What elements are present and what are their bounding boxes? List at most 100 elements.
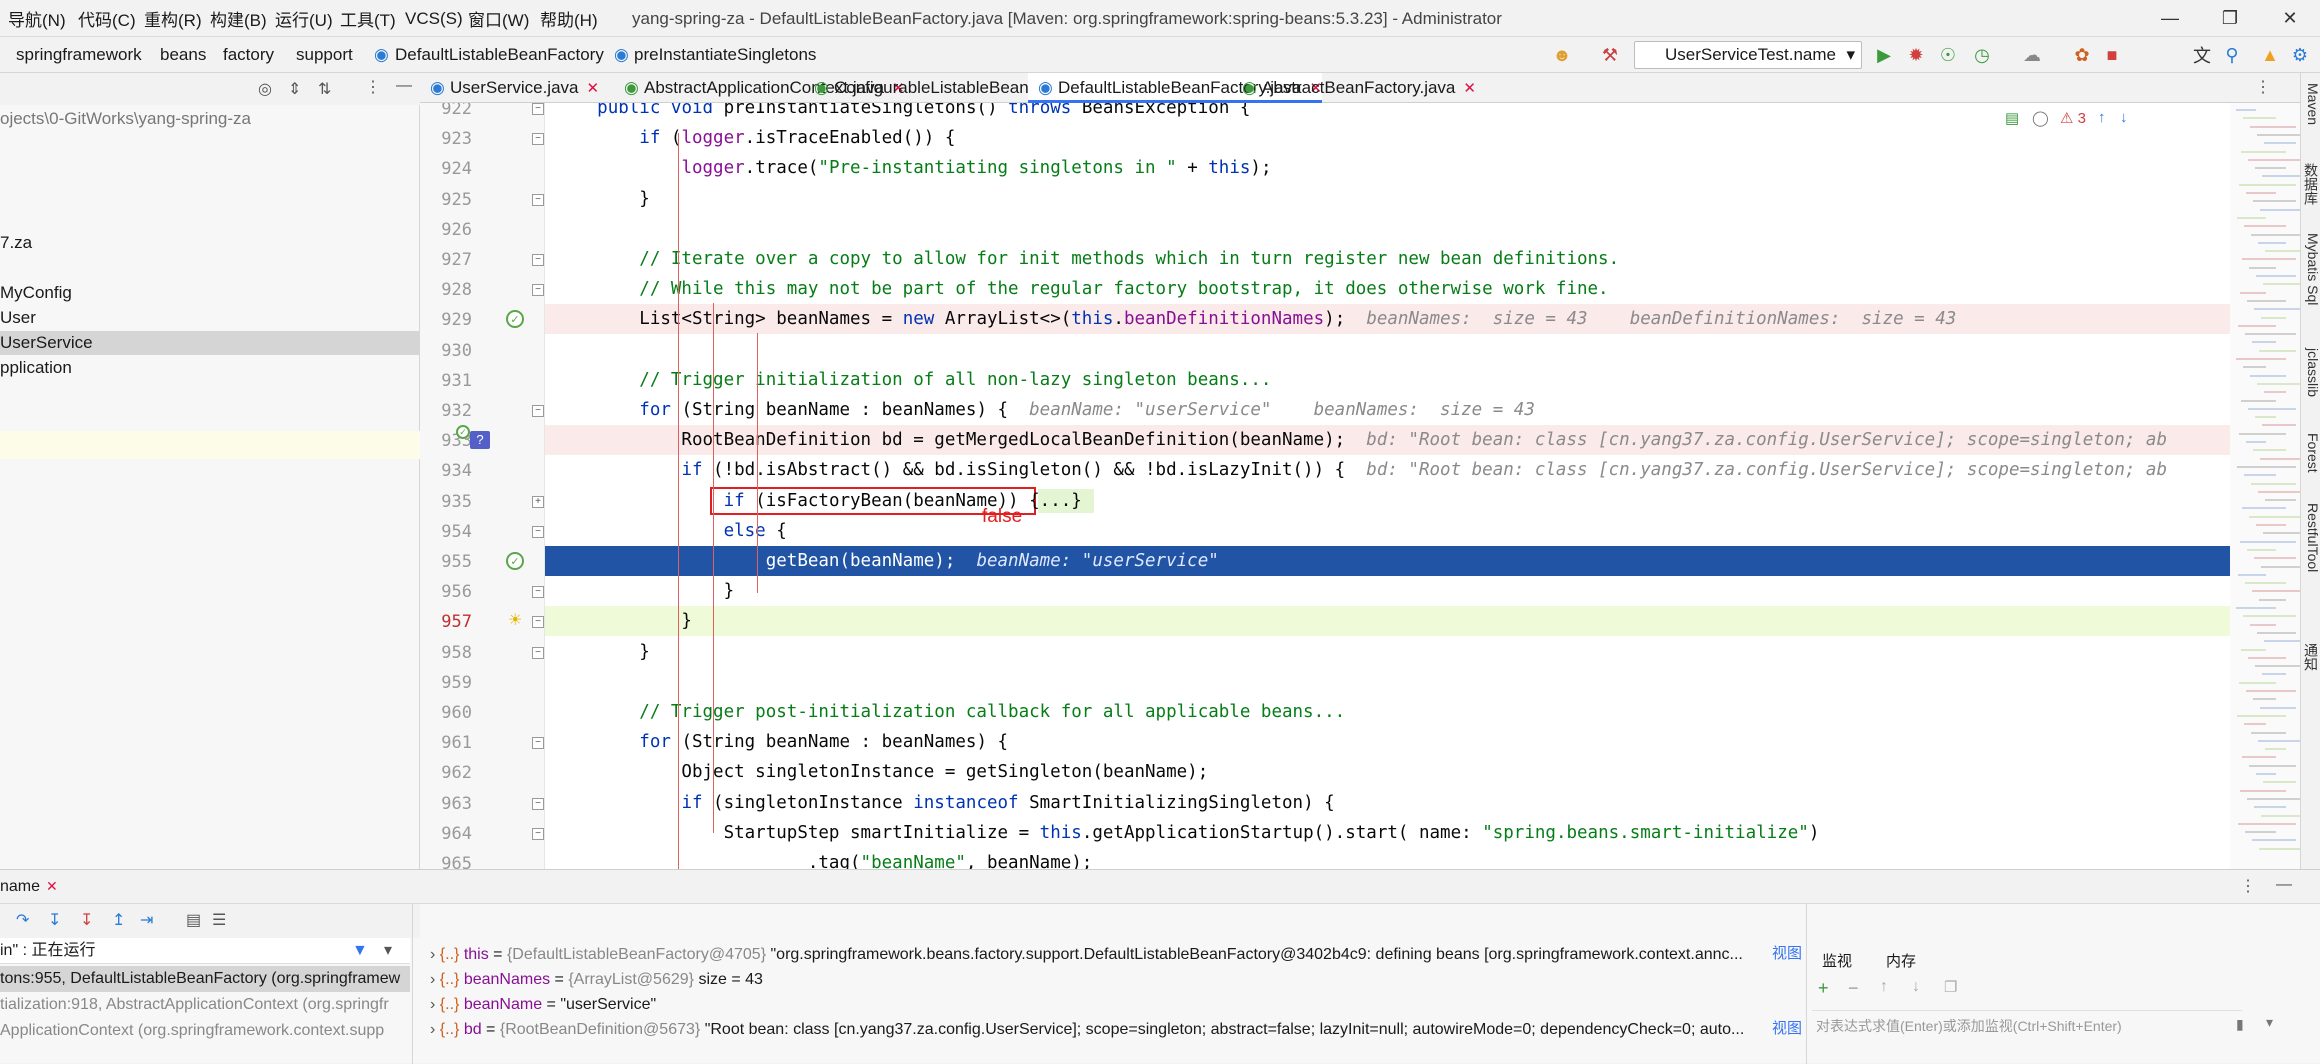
run-configuration-select[interactable]: UserServiceTest.name ▾ [1634,41,1862,69]
close-tab-icon[interactable]: ✕ [46,878,58,895]
breakpoint-check-icon[interactable]: ✓ [506,310,524,329]
menu-refactor[interactable]: 重构(R) [144,0,202,37]
collapse-all-icon[interactable]: ⇅ [318,79,331,99]
debug-icon[interactable]: ✹ [1904,43,1928,67]
step-over-icon[interactable]: ↷ [16,910,29,930]
profiler-icon[interactable]: ◷ [1970,43,1994,67]
move-down-icon[interactable]: ↓ [1912,978,1920,996]
menu-vcs[interactable]: VCS(S) [405,0,463,37]
menu-navigate[interactable]: 导航(N) [8,0,66,37]
expand-all-icon[interactable]: ⇕ [288,79,301,99]
tool-database[interactable]: 数据库 [2301,163,2320,205]
reader-mode-icon[interactable]: ▤ [2005,109,2019,127]
options-icon[interactable]: ⋮ [2240,876,2256,896]
menu-code[interactable]: 代码(C) [78,0,136,37]
fold-marker-icon[interactable]: − [532,797,544,810]
breadcrumb-springframework[interactable]: springframework [16,37,142,73]
attach-icon[interactable]: ☁ [2020,43,2044,67]
force-step-into-icon[interactable]: ↧ [80,910,93,930]
run-icon[interactable]: ▶ [1872,43,1896,67]
hide-hints-icon[interactable]: ◯ [2032,109,2049,127]
tab-memory[interactable]: 内存 [1886,950,1916,971]
stop-icon[interactable]: ■ [2100,43,2124,67]
prev-error-icon[interactable]: ↑ [2098,109,2106,126]
breakpoint-check-icon[interactable]: ✓ [506,552,524,570]
options-icon[interactable]: ⋮ [365,77,381,97]
fold-marker-icon[interactable]: − [532,616,544,629]
run-to-cursor-icon[interactable]: ⇥ [140,910,153,930]
stack-frame-selected[interactable]: tons:955, DefaultListableBeanFactory (or… [0,966,410,992]
user-icon[interactable]: ☻ [1550,43,1574,67]
fold-marker-icon[interactable]: − [532,133,544,146]
expand-icon[interactable]: › [430,971,435,988]
minimize-icon[interactable]: — [2140,0,2200,37]
chevron-down-icon[interactable]: ▾ [384,938,392,964]
variable-row[interactable]: › {..} beanNames = {ArrayList@5629} size… [430,967,1800,992]
chevron-down-icon[interactable]: ▾ [2266,1014,2273,1031]
tree-item[interactable]: User [0,306,420,330]
fold-marker-icon[interactable]: − [532,103,544,115]
menu-build[interactable]: 构建(B) [210,0,267,37]
breadcrumb-method[interactable]: preInstantiateSingletons [634,37,816,73]
view-link[interactable]: 视图 [1772,942,1802,963]
close-tab-icon[interactable]: ✕ [1463,80,1476,97]
variable-row[interactable]: › {..} bd = {RootBeanDefinition@5673} "R… [430,1017,1800,1042]
tree-item-selected[interactable]: UserService [0,331,420,355]
menu-help[interactable]: 帮助(H) [540,0,598,37]
error-stripe[interactable] [2230,103,2316,869]
remove-watch-icon[interactable]: − [1848,978,1859,999]
tool-mybatis-sql[interactable]: Mybatis Sql [2301,233,2320,305]
error-indicator[interactable]: ⚠ 3 [2060,109,2086,127]
plugin-icon[interactable]: ✿ [2070,43,2094,67]
expand-icon[interactable]: › [430,1021,435,1038]
locate-icon[interactable]: ◎ [258,79,272,99]
expand-icon[interactable]: › [430,946,435,963]
breadcrumb-factory[interactable]: factory [223,37,274,73]
bookmark-icon[interactable]: ▮ [2236,1016,2244,1033]
watch-expression-input[interactable]: 对表达式求值(Enter)或添加监视(Ctrl+Shift+Enter) [1812,1010,2242,1040]
tool-jclasslib[interactable]: jclasslib [2301,348,2320,397]
coverage-icon[interactable]: ☉ [1936,43,1960,67]
hammer-icon[interactable]: ⚒ [1598,43,1622,67]
lightbulb-icon[interactable]: ☀ [508,610,522,630]
fold-marker-icon[interactable]: − [532,827,544,840]
variable-row[interactable]: › {..} this = {DefaultListableBeanFactor… [430,942,1800,967]
next-error-icon[interactable]: ↓ [2120,109,2128,126]
tool-maven[interactable]: Maven [2301,83,2320,125]
step-into-icon[interactable]: ↧ [48,910,61,930]
fold-marker-icon[interactable]: − [532,525,544,538]
restore-icon[interactable]: ❐ [2200,0,2260,37]
tree-item[interactable]: pplication [0,356,420,380]
tool-restfultool[interactable]: RestfulTool [2301,503,2320,572]
tab-options-icon[interactable]: ⋮ [2255,77,2271,97]
help-badge-icon[interactable]: ? [470,431,490,450]
hide-panel-icon[interactable]: — [396,77,412,95]
fold-marker-icon[interactable]: + [532,495,544,508]
fold-marker-icon[interactable]: − [532,586,544,599]
settings-icon[interactable]: ⚙ [2288,43,2312,67]
update-icon[interactable]: ▲ [2258,43,2282,67]
translate-icon[interactable]: 文 [2190,43,2214,67]
fold-marker-icon[interactable]: − [532,405,544,417]
move-up-icon[interactable]: ↑ [1880,978,1888,996]
menu-run[interactable]: 运行(U) [275,0,333,37]
tab-abstractbeanfactory[interactable]: ◉ AbstractBeanFactory.java ✕ [1232,73,1476,103]
thread-selector[interactable]: in" : 正在运行 ▼ ▾ [0,938,410,964]
breadcrumb-class[interactable]: DefaultListableBeanFactory [395,37,604,73]
variable-row[interactable]: › {..} beanName = "userService" [430,992,1800,1017]
filter-icon[interactable]: ▼ [352,938,368,964]
fold-marker-icon[interactable]: − [532,284,544,297]
view-link[interactable]: 视图 [1772,1017,1802,1038]
evaluate-icon[interactable]: ▤ [186,910,201,930]
tool-notifications[interactable]: 通知 [2301,643,2320,671]
stack-frame[interactable]: tialization:918, AbstractApplicationCont… [0,992,410,1018]
step-out-icon[interactable]: ↥ [112,910,125,930]
fold-marker-icon[interactable]: − [532,254,544,266]
stack-frame[interactable]: ApplicationContext (org.springframework.… [0,1018,410,1044]
tree-item[interactable]: 7.za [0,231,420,255]
close-icon[interactable]: ✕ [2260,0,2320,37]
hide-panel-icon[interactable]: — [2276,876,2292,894]
fold-marker-icon[interactable]: − [532,193,544,206]
search-everywhere-icon[interactable]: ⚲ [2220,43,2244,67]
copy-icon[interactable]: ❐ [1944,978,1957,996]
